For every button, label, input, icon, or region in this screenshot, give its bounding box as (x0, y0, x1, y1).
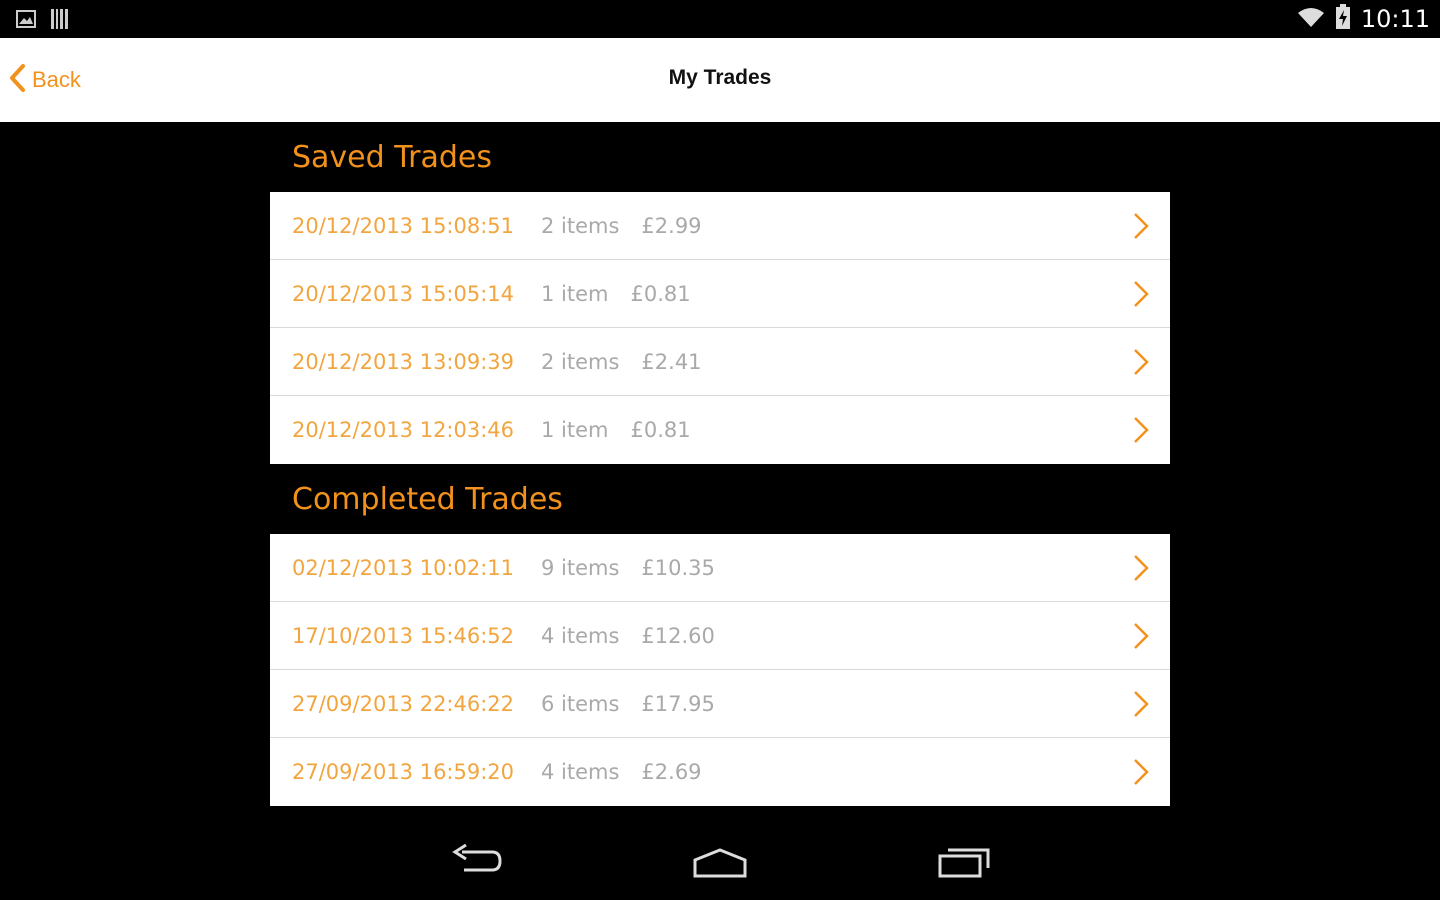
clock: 10:11 (1360, 5, 1430, 33)
nav-recents-icon[interactable] (938, 840, 992, 884)
trade-item-count: 2 items (541, 349, 620, 374)
saved-trade-row[interactable]: 20/12/2013 13:09:39 2 items £2.41 (270, 328, 1170, 396)
trade-item-count: 2 items (541, 213, 620, 238)
chevron-right-icon (1132, 689, 1150, 723)
trade-price: £2.41 (641, 349, 702, 374)
chevron-right-icon (1132, 347, 1150, 381)
trade-summary: 2 items £2.99 (541, 214, 702, 238)
completed-trade-row[interactable]: 02/12/2013 10:02:11 9 items £10.35 (270, 534, 1170, 602)
trade-price: £0.81 (630, 418, 691, 442)
wifi-icon (1297, 6, 1325, 32)
trade-date: 27/09/2013 16:59:20 (292, 760, 515, 784)
chevron-right-icon (1132, 211, 1150, 245)
trade-summary: 4 items £2.69 (541, 760, 702, 784)
chevron-right-icon (1132, 757, 1150, 791)
trade-date: 27/09/2013 22:46:22 (292, 691, 515, 716)
barcode-icon (50, 8, 70, 34)
trade-item-count: 9 items (541, 555, 620, 580)
gallery-icon (16, 10, 36, 32)
trade-summary: 1 item £0.81 (541, 282, 691, 306)
saved-trade-row[interactable]: 20/12/2013 15:05:14 1 item £0.81 (270, 260, 1170, 328)
status-bar: 10:11 (0, 0, 1440, 38)
trade-price: £10.35 (641, 555, 715, 580)
trade-price: £2.99 (641, 213, 702, 238)
chevron-right-icon (1132, 279, 1150, 313)
chevron-right-icon (1132, 621, 1150, 655)
nav-home-icon[interactable] (692, 840, 748, 884)
completed-trade-row[interactable]: 27/09/2013 16:59:20 4 items £2.69 (270, 738, 1170, 806)
trade-price: £12.60 (641, 623, 715, 648)
saved-trades-heading: Saved Trades (292, 140, 492, 175)
status-right: 10:11 (1297, 4, 1430, 34)
trade-item-count: 1 item (541, 281, 609, 306)
trade-summary: 9 items £10.35 (541, 556, 715, 580)
trade-price: £0.81 (630, 281, 691, 306)
completed-trades-heading: Completed Trades (292, 482, 563, 517)
trades-content: Saved Trades 20/12/2013 15:08:51 2 items… (270, 122, 1170, 806)
trade-item-count: 4 items (541, 760, 620, 784)
nav-back-icon[interactable] (450, 840, 504, 884)
status-left (16, 8, 70, 34)
system-nav-bar (0, 820, 1440, 900)
trade-summary: 2 items £2.41 (541, 350, 702, 374)
completed-trade-row[interactable]: 17/10/2013 15:46:52 4 items £12.60 (270, 602, 1170, 670)
page-title: My Trades (668, 66, 772, 89)
completed-trades-list: 02/12/2013 10:02:11 9 items £10.35 17/10/… (270, 534, 1170, 806)
chevron-right-icon (1132, 415, 1150, 449)
trade-date: 17/10/2013 15:46:52 (292, 623, 515, 648)
chevron-right-icon (1132, 553, 1150, 587)
trade-price: £2.69 (641, 760, 702, 784)
trade-item-count: 4 items (541, 623, 620, 648)
trade-date: 20/12/2013 15:08:51 (292, 213, 515, 238)
trade-date: 02/12/2013 10:02:11 (292, 555, 515, 580)
saved-trade-row[interactable]: 20/12/2013 15:08:51 2 items £2.99 (270, 192, 1170, 260)
saved-trade-row[interactable]: 20/12/2013 12:03:46 1 item £0.81 (270, 396, 1170, 464)
trade-date: 20/12/2013 13:09:39 (292, 349, 515, 374)
trade-summary: 6 items £17.95 (541, 692, 715, 716)
completed-trade-row[interactable]: 27/09/2013 22:46:22 6 items £17.95 (270, 670, 1170, 738)
battery-charging-icon (1335, 4, 1351, 34)
saved-trades-list: 20/12/2013 15:08:51 2 items £2.99 20/12/2… (270, 192, 1170, 464)
trade-summary: 4 items £12.60 (541, 624, 715, 648)
header: Back My Trades (0, 38, 1440, 122)
trade-date: 20/12/2013 15:05:14 (292, 281, 515, 306)
trade-summary: 1 item £0.81 (541, 418, 691, 442)
trade-price: £17.95 (641, 691, 715, 716)
trade-date: 20/12/2013 12:03:46 (292, 418, 515, 442)
trade-item-count: 1 item (541, 418, 609, 442)
trade-item-count: 6 items (541, 691, 620, 716)
